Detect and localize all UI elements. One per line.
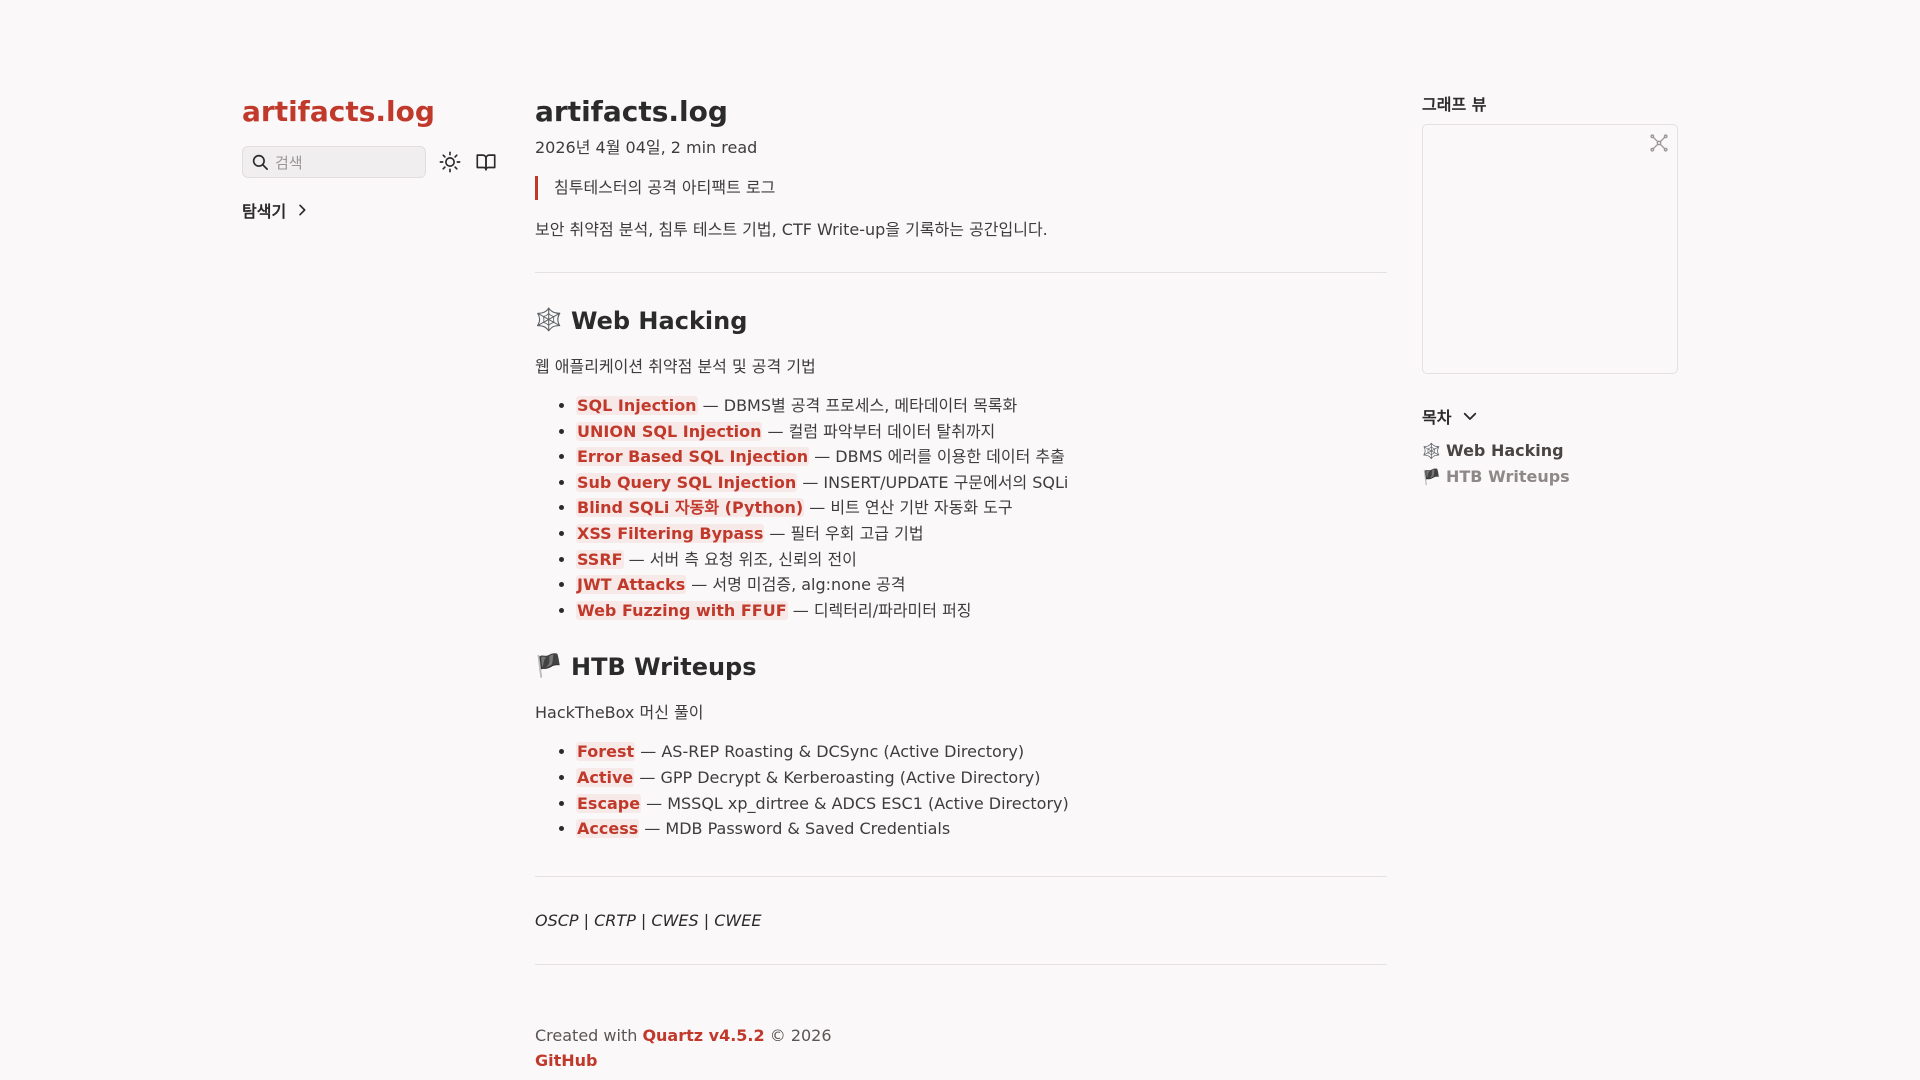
chevron-right-icon <box>299 204 306 216</box>
note-link[interactable]: Access <box>576 819 640 839</box>
section-heading-web-hacking: 🕸️ Web Hacking <box>535 305 1387 337</box>
toc-item-htb-writeups[interactable]: 🏴 HTB Writeups <box>1422 464 1678 490</box>
item-description: — DBMS 에러를 이용한 데이터 추출 <box>809 447 1065 467</box>
divider <box>535 272 1387 273</box>
list-item: JWT Attacks — 서명 미검증, alg:none 공격 <box>576 572 1387 598</box>
main-content: artifacts.log 2026년 4월 04일, 2 min read 침… <box>535 92 1387 1073</box>
section-heading-htb-writeups: 🏴 HTB Writeups <box>535 651 1387 683</box>
spider-web-icon: 🕸️ <box>535 308 563 333</box>
site-title-link[interactable]: artifacts.log <box>242 92 502 132</box>
section-title: HTB Writeups <box>571 653 757 682</box>
list-item: SQL Injection — DBMS별 공격 프로세스, 메타데이터 목록화 <box>576 393 1387 419</box>
note-link[interactable]: Active <box>576 767 635 787</box>
toc-item-label: Web Hacking <box>1446 441 1564 460</box>
github-link[interactable]: GitHub <box>535 1051 598 1070</box>
note-link[interactable]: Web Fuzzing with FFUF <box>576 600 788 620</box>
blockquote: 침투테스터의 공격 아티팩트 로그 <box>535 176 1387 200</box>
note-link[interactable]: UNION SQL Injection <box>576 421 763 441</box>
item-description: — DBMS별 공격 프로세스, 메타데이터 목록화 <box>697 396 1018 415</box>
list-item: Error Based SQL Injection — DBMS 에러를 이용한… <box>576 444 1387 470</box>
footer-copyright: © 2026 <box>764 1025 832 1045</box>
list-item: UNION SQL Injection — 컬럼 파악부터 데이터 탈취까지 <box>576 419 1387 445</box>
note-link[interactable]: Error Based SQL Injection <box>576 447 810 467</box>
search-placeholder: 검색 <box>275 153 303 172</box>
list-item: XSS Filtering Bypass — 필터 우회 고급 기법 <box>576 521 1387 547</box>
item-description: — MDB Password & Saved Credentials <box>639 819 951 839</box>
graph-view-title: 그래프 뷰 <box>1422 95 1487 114</box>
toc-item-web-hacking[interactable]: 🕸️ Web Hacking <box>1422 438 1678 464</box>
item-description: — 서버 측 요청 위조, 신뢰의 전이 <box>623 549 857 569</box>
list-item: Sub Query SQL Injection — INSERT/UPDATE … <box>576 470 1387 496</box>
item-description: — INSERT/UPDATE 구문에서의 SQLi <box>797 472 1069 492</box>
intro-paragraph: 보안 취약점 분석, 침투 테스트 기법, CTF Write-up을 기록하는… <box>535 220 1048 239</box>
explorer-toggle[interactable]: 탐색기 <box>242 198 502 222</box>
toc-item-label: HTB Writeups <box>1446 467 1570 486</box>
left-sidebar: artifacts.log 검색 탐색기 <box>242 92 502 222</box>
section-title: Web Hacking <box>571 307 748 335</box>
note-link[interactable]: Blind SQLi 자동화 (Python) <box>576 498 805 518</box>
item-description: — GPP Decrypt & Kerberoasting (Active Di… <box>634 767 1041 787</box>
reader-mode-button[interactable] <box>474 150 498 174</box>
note-link[interactable]: Escape <box>576 793 642 813</box>
item-description: — 비트 연산 기반 자동화 도구 <box>804 498 1013 518</box>
item-description: — 디렉터리/파라미터 퍼징 <box>787 600 972 620</box>
note-link[interactable]: SSRF <box>576 549 624 569</box>
right-sidebar: 그래프 뷰 목차 🕸️ Web Hacking 🏴 HTB Writeups <box>1422 92 1678 490</box>
graph-view[interactable] <box>1422 124 1678 374</box>
note-link[interactable]: SQL Injection <box>576 396 698 415</box>
section-description: 웹 애플리케이션 취약점 분석 및 공격 기법 <box>535 357 816 376</box>
web-hacking-list: SQL Injection — DBMS별 공격 프로세스, 메타데이터 목록화… <box>535 393 1387 623</box>
black-flag-icon: 🏴 <box>1422 468 1441 486</box>
list-item: Active — GPP Decrypt & Kerberoasting (Ac… <box>576 765 1387 791</box>
list-item: Escape — MSSQL xp_dirtree & ADCS ESC1 (A… <box>576 791 1387 817</box>
sun-icon <box>439 151 461 173</box>
item-description: — 서명 미검증, alg:none 공격 <box>686 575 906 595</box>
certifications: OSCP | CRTP | CWES | CWEE <box>535 910 762 930</box>
spider-web-icon: 🕸️ <box>1422 442 1441 460</box>
list-item: Web Fuzzing with FFUF — 디렉터리/파라미터 퍼징 <box>576 598 1387 624</box>
item-description: — 컬럼 파악부터 데이터 탈취까지 <box>762 421 996 441</box>
item-description: — MSSQL xp_dirtree & ADCS ESC1 (Active D… <box>641 793 1069 813</box>
htb-writeups-list: Forest — AS-REP Roasting & DCSync (Activ… <box>535 739 1387 841</box>
expand-graph-icon[interactable] <box>1649 133 1669 153</box>
list-item: Forest — AS-REP Roasting & DCSync (Activ… <box>576 739 1387 765</box>
list-item: Access — MDB Password & Saved Credential… <box>576 816 1387 842</box>
sidebar-controls: 검색 <box>242 146 502 178</box>
page-title: artifacts.log <box>535 95 728 128</box>
search-icon <box>252 154 268 170</box>
footer: Created with Quartz v4.5.2 © 2026 GitHub <box>535 1023 1387 1073</box>
item-description: — 필터 우회 고급 기법 <box>764 523 924 543</box>
divider <box>535 963 1387 965</box>
footer-created-text: Created with <box>535 1025 643 1045</box>
note-link[interactable]: XSS Filtering Bypass <box>576 523 765 543</box>
book-icon <box>476 154 496 171</box>
toc-list: 🕸️ Web Hacking 🏴 HTB Writeups <box>1422 438 1678 490</box>
quartz-link[interactable]: Quartz v4.5.2 <box>642 1026 764 1045</box>
note-link[interactable]: Forest <box>576 742 636 762</box>
list-item: SSRF — 서버 측 요청 위조, 신뢰의 전이 <box>576 547 1387 573</box>
list-item: Blind SQLi 자동화 (Python) — 비트 연산 기반 자동화 도… <box>576 495 1387 521</box>
toc-toggle[interactable]: 목차 <box>1422 404 1678 428</box>
footer-credit: Created with Quartz v4.5.2 © 2026 <box>535 1023 1387 1048</box>
note-link[interactable]: Sub Query SQL Injection <box>576 472 798 492</box>
explorer-label: 탐색기 <box>242 202 287 221</box>
chevron-down-icon <box>1464 412 1477 420</box>
item-description: — AS-REP Roasting & DCSync (Active Direc… <box>635 742 1025 762</box>
note-link[interactable]: JWT Attacks <box>576 575 687 595</box>
theme-toggle-button[interactable] <box>438 150 462 174</box>
section-description: HackTheBox 머신 풀이 <box>535 703 704 723</box>
toc-title: 목차 <box>1422 408 1452 427</box>
search-input[interactable]: 검색 <box>242 146 426 178</box>
divider <box>535 875 1387 877</box>
black-flag-icon: 🏴 <box>535 654 563 680</box>
page-meta: 2026년 4월 04일, 2 min read <box>535 138 758 157</box>
